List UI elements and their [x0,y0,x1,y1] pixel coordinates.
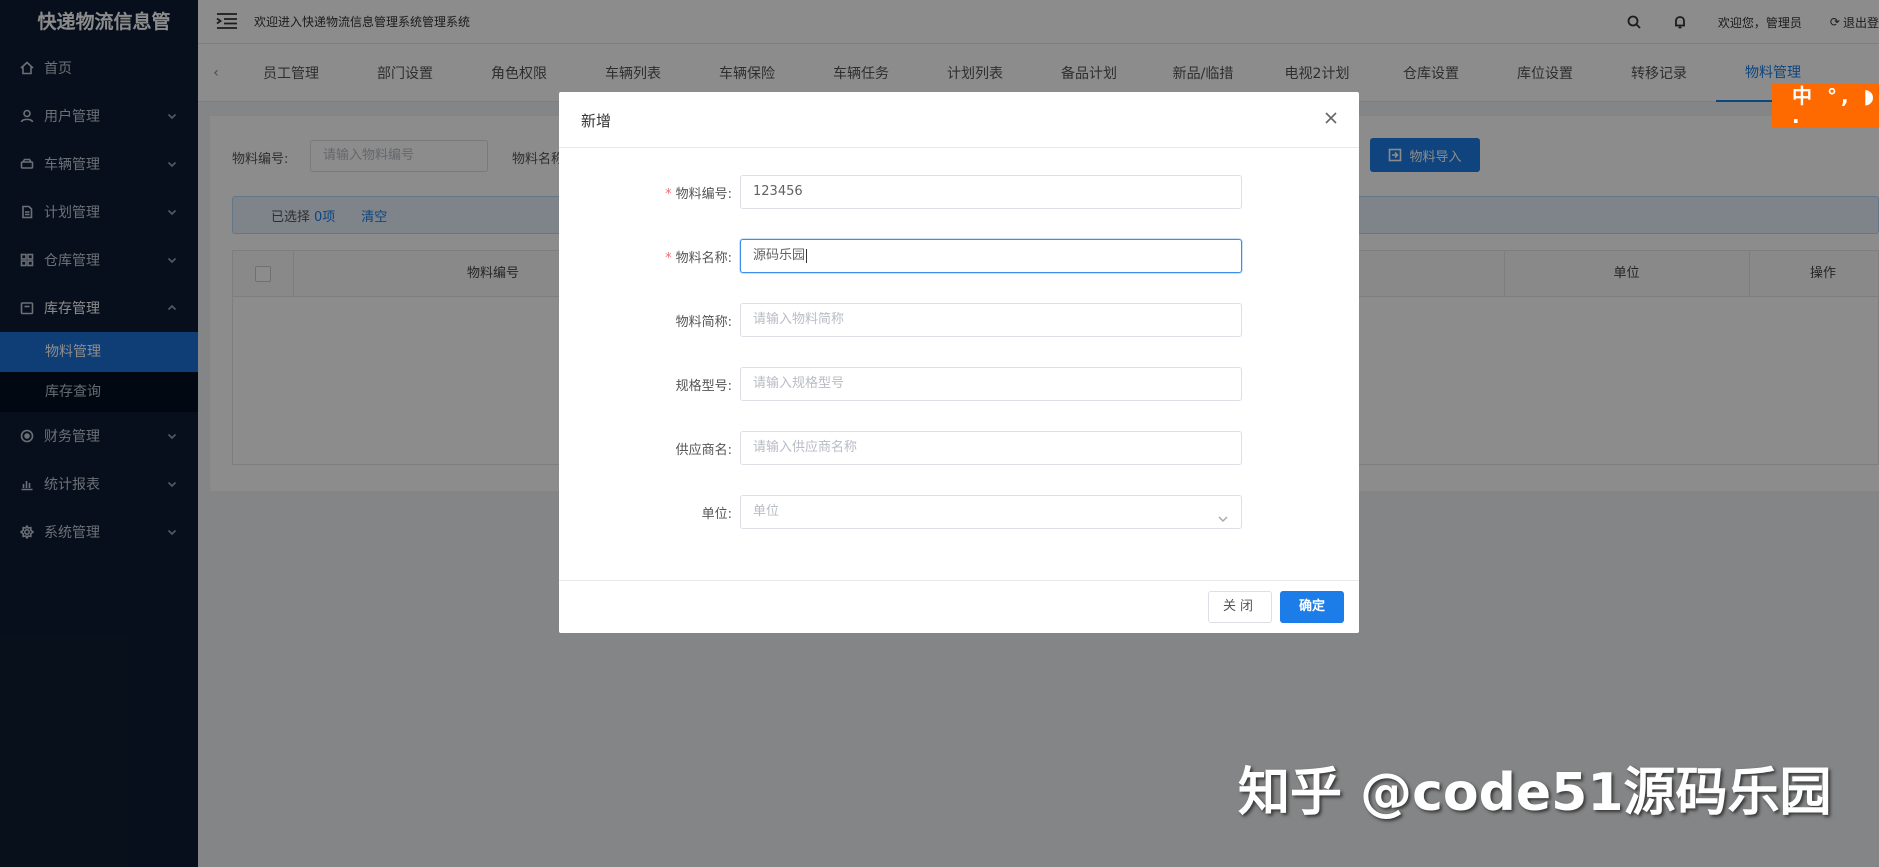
dialog-header: 新增 [559,92,1359,148]
confirm-button[interactable]: 确定 [1280,591,1344,623]
form-label-name: * 物料名称: [665,247,732,266]
form-row-short-name: 物料简称: 请输入物料简称 [559,303,1359,337]
input-value: 源码乐园 [753,248,806,263]
required-marker: * [665,251,672,266]
unit-select[interactable]: 单位 [740,495,1242,529]
label-text: 物料名称: [675,251,732,266]
form-label-unit: 单位: [701,507,732,522]
form-label-spec: 规格型号: [675,379,732,394]
form-row-spec: 规格型号: 请输入规格型号 [559,367,1359,401]
close-button[interactable]: 关闭 [1208,591,1272,623]
ime-indicator: 中 °, ◗ · [1772,84,1879,133]
label-text: 物料编号: [675,187,732,202]
text-cursor [806,248,808,263]
form-row-name: * 物料名称: 源码乐园 [559,239,1359,273]
watermark: 知乎 @code51源码乐园 [1238,763,1832,823]
form-row-supplier: 供应商名: 请输入供应商名称 [559,431,1359,465]
material-code-input[interactable]: 123456 [740,175,1242,209]
chevron-down-icon [1217,506,1229,523]
material-short-name-input[interactable]: 请输入物料简称 [740,303,1242,337]
material-name-input[interactable]: 源码乐园 [740,239,1242,273]
form-row-code: * 物料编号: 123456 [559,175,1359,209]
form-label-short-name: 物料简称: [675,315,732,330]
spec-model-input[interactable]: 请输入规格型号 [740,367,1242,401]
unit-select-placeholder: 单位 [753,504,780,519]
dialog-title: 新增 [581,112,612,130]
close-icon[interactable] [1323,110,1339,126]
dialog-footer: 关闭 确定 [559,580,1359,633]
required-marker: * [665,187,672,202]
form-row-unit: 单位: 单位 [559,495,1359,529]
form-label-code: * 物料编号: [665,183,732,202]
supplier-name-input[interactable]: 请输入供应商名称 [740,431,1242,465]
form-label-supplier: 供应商名: [675,443,732,458]
add-material-dialog: 新增 * 物料编号: 123456 * 物料名称: 源码乐园 物料简称: 请输入物料… [559,92,1359,633]
